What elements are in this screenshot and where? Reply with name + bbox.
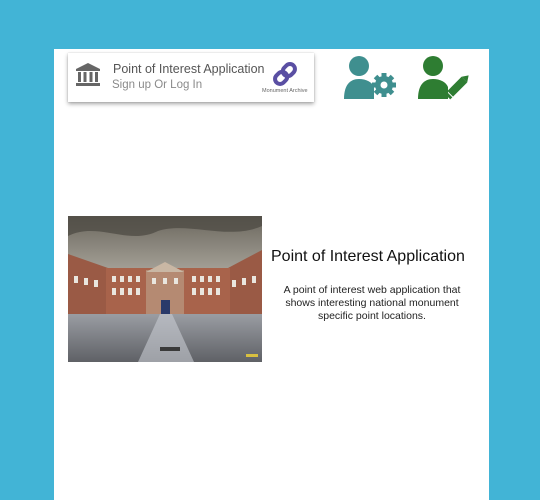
user-cog-icon[interactable] (344, 55, 398, 101)
signup-login-link[interactable]: Sign up Or Log In (112, 79, 202, 91)
bank-icon (76, 63, 100, 86)
hero-title: Point of Interest Application (271, 248, 465, 265)
monument-archive-label[interactable]: Monument Archive (262, 88, 308, 94)
app-title: Point of Interest Application (113, 62, 265, 76)
hero-description: A point of interest web application that… (283, 284, 461, 322)
link-icon[interactable] (270, 59, 300, 89)
hero-image (68, 216, 262, 362)
app-header-card[interactable]: Point of Interest Application Sign up Or… (68, 53, 314, 102)
user-edit-icon[interactable] (418, 55, 472, 101)
main-page: Point of Interest Application Sign up Or… (54, 49, 489, 500)
